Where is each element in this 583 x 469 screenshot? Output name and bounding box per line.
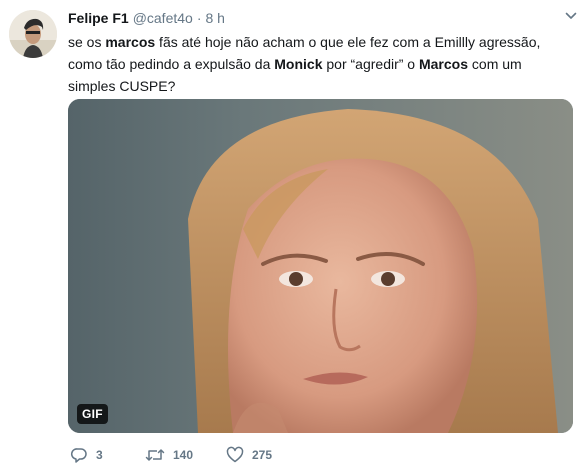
tweet-text-bold: marcos (105, 34, 156, 50)
separator: · (196, 10, 202, 26)
reply-icon (70, 448, 87, 463)
author-name[interactable]: Felipe F1 (68, 8, 129, 28)
tweet-text-bold: Marcos (418, 56, 469, 72)
tweet-text-part: por “agredir” o (322, 56, 419, 72)
retweet-icon (145, 449, 165, 461)
tweet-text-bold: Monick (274, 56, 323, 72)
reply-count: 3 (96, 448, 103, 462)
tweet: Felipe F1 @cafet4o · 8 h se os marcos fã… (0, 0, 583, 469)
author-handle[interactable]: @cafet4o (133, 8, 193, 28)
retweet-count: 140 (173, 448, 194, 462)
like-icon (226, 446, 244, 463)
avatar[interactable] (9, 10, 57, 58)
tweet-header: Felipe F1 @cafet4o · 8 h (68, 8, 573, 28)
gif-frame (68, 99, 573, 433)
like-button[interactable]: 275 (226, 446, 272, 464)
retweet-button[interactable]: 140 (145, 446, 206, 464)
tweet-content: Felipe F1 @cafet4o · 8 h se os marcos fã… (68, 8, 573, 97)
chevron-down-icon[interactable] (565, 10, 577, 22)
tweet-time[interactable]: 8 h (206, 8, 225, 28)
like-count: 275 (252, 448, 273, 462)
tweet-text-part: se os (68, 34, 106, 50)
gif-badge: GIF (77, 404, 108, 424)
tweet-media-gif[interactable]: GIF (68, 99, 573, 433)
reply-button[interactable]: 3 (70, 446, 123, 464)
avatar-image (9, 10, 57, 58)
tweet-actions: 3 140 275 (70, 446, 302, 464)
tweet-text: se os marcos fãs até hoje não acham o qu… (68, 31, 566, 97)
